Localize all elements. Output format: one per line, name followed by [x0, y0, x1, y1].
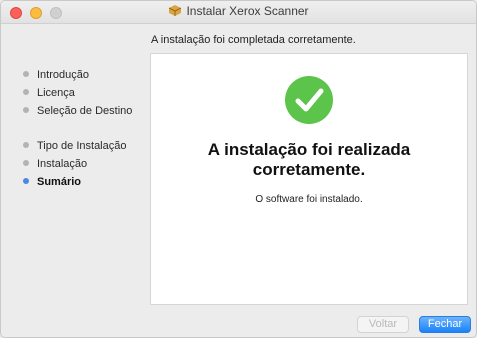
completion-headline: A instalação foi realizada corretamente.: [151, 140, 467, 180]
installer-window: Instalar Xerox Scanner A instalação foi …: [0, 0, 477, 338]
back-button[interactable]: Voltar: [357, 316, 409, 333]
content-panel: A instalação foi realizada corretamente.…: [150, 53, 468, 305]
step-bullet-icon: [23, 142, 29, 148]
step-label: Tipo de Instalação: [37, 140, 127, 152]
step-summary: Sumário: [23, 176, 81, 188]
step-bullet-icon: [23, 107, 29, 113]
package-icon: [169, 5, 182, 16]
step-bullet-icon: [23, 89, 29, 95]
completion-message: O software foi instalado.: [255, 194, 363, 205]
step-install-type: Tipo de Instalação: [23, 140, 126, 152]
step-label: Sumário: [37, 176, 82, 188]
window-title: Instalar Xerox Scanner: [186, 4, 309, 18]
step-subtitle: A instalação foi completada corretamente…: [151, 34, 356, 46]
step-installation: Instalação: [23, 158, 87, 170]
step-introduction: Introdução: [23, 69, 89, 81]
close-button[interactable]: Fechar: [419, 316, 471, 333]
step-label: Introdução: [37, 69, 89, 81]
step-label: Licença: [37, 87, 75, 99]
window-title-group: Instalar Xerox Scanner: [1, 4, 476, 18]
step-bullet-icon: [23, 160, 29, 166]
headline-line-2: corretamente.: [252, 160, 366, 179]
title-bar: Instalar Xerox Scanner: [1, 1, 476, 24]
step-destination: Seleção de Destino: [23, 105, 132, 117]
headline-line-1: A instalação foi realizada: [207, 140, 411, 159]
step-license: Licença: [23, 87, 75, 99]
step-bullet-icon: [23, 71, 29, 77]
step-label: Instalação: [37, 158, 88, 170]
success-check-icon: [285, 76, 333, 124]
step-label: Seleção de Destino: [37, 105, 133, 117]
step-bullet-icon: [23, 178, 29, 184]
